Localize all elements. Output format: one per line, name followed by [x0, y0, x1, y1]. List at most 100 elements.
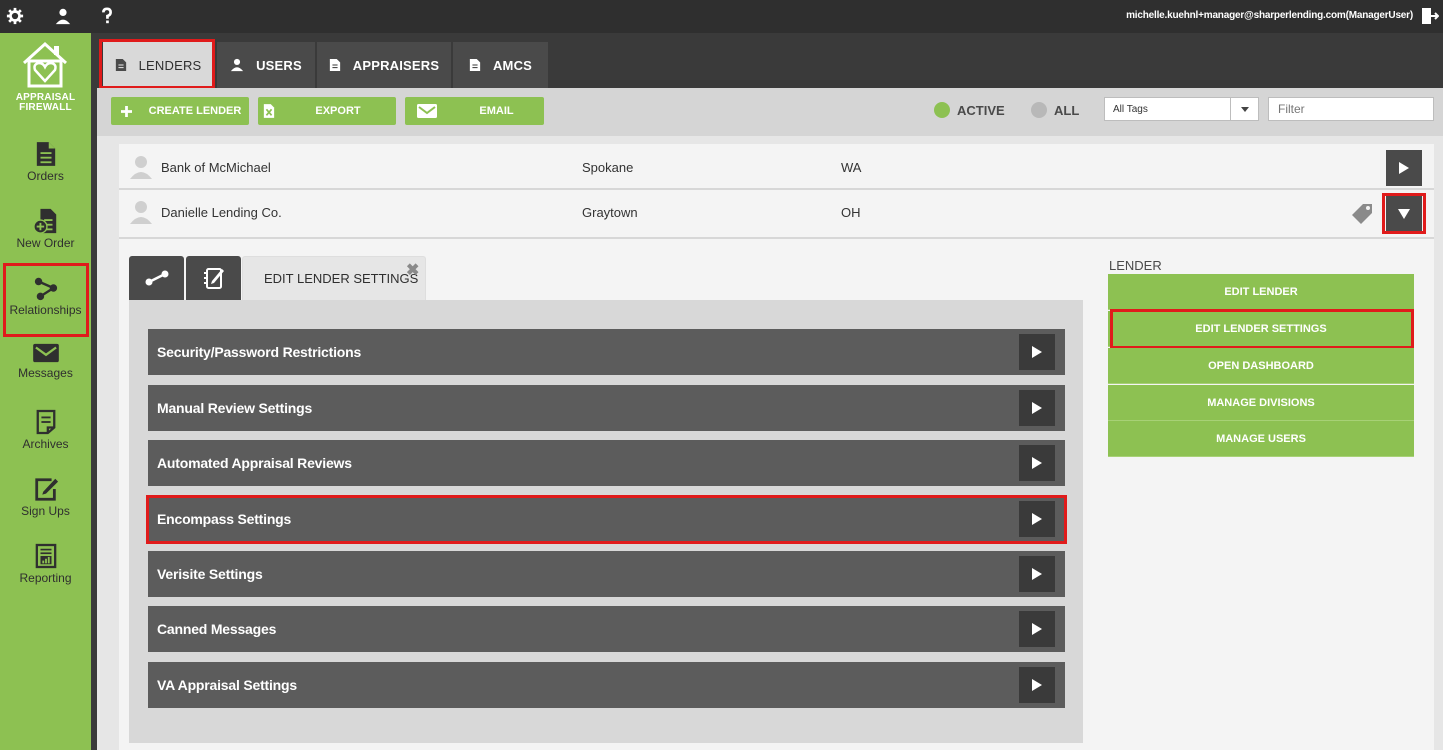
tab-users[interactable]: USERS	[217, 42, 315, 88]
manage-users-button[interactable]: MANAGE USERS	[1108, 421, 1414, 457]
play-arrow-icon[interactable]	[1019, 390, 1055, 426]
all-radio[interactable]: ALL	[1031, 101, 1079, 119]
collapse-row-highlight	[1382, 193, 1426, 234]
person-icon	[130, 201, 152, 224]
close-icon[interactable]: ✖	[406, 260, 419, 280]
relationships-icon	[145, 270, 168, 286]
document-icon	[329, 59, 340, 71]
tab-label: USERS	[256, 57, 302, 73]
create-lender-label: CREATE LENDER	[148, 105, 242, 117]
sidebar-item-messages[interactable]: Messages	[0, 334, 91, 401]
sidebar-item-reporting[interactable]: Reporting	[0, 535, 91, 602]
radio-unselected-dot	[1031, 102, 1047, 118]
sidebar-item-label: Messages	[18, 366, 73, 380]
top-bar: michelle.kuehnl+manager@sharperlending.c…	[0, 0, 1443, 33]
lenders-tab-highlight	[99, 39, 215, 89]
sidebar-item-archives[interactable]: Archives	[0, 401, 91, 468]
radio-selected-dot	[934, 102, 950, 118]
play-arrow-icon[interactable]	[1019, 611, 1055, 647]
help-icon[interactable]	[97, 6, 117, 26]
settings-item-label: Automated Appraisal Reviews	[157, 455, 352, 471]
table-row[interactable]: Bank of McMichael Spokane WA	[119, 145, 1434, 189]
email-label: EMAIL	[479, 105, 514, 117]
email-button[interactable]: EMAIL	[405, 97, 544, 125]
envelope-icon	[405, 97, 449, 125]
play-arrow-icon[interactable]	[1019, 334, 1055, 370]
tag-icon[interactable]	[1350, 202, 1374, 231]
active-radio-label: ACTIVE	[957, 102, 1005, 118]
button-label: MANAGE DIVISIONS	[1207, 396, 1315, 409]
plus-icon	[111, 97, 141, 125]
settings-item-label: Security/Password Restrictions	[157, 344, 362, 360]
document-icon	[469, 59, 481, 71]
lender-state: WA	[841, 159, 862, 175]
settings-item-label: Canned Messages	[157, 621, 277, 637]
open-dashboard-button[interactable]: OPEN DASHBOARD	[1108, 348, 1414, 384]
all-radio-label: ALL	[1054, 102, 1080, 118]
lender-name: Danielle Lending Co.	[161, 204, 282, 220]
play-arrow-icon[interactable]	[1019, 445, 1055, 481]
tab-notes[interactable]	[186, 256, 241, 300]
settings-item-verisite[interactable]: Verisite Settings	[148, 551, 1065, 597]
settings-item-label: Verisite Settings	[157, 566, 263, 582]
sidebar: APPRAISAL FIREWALL Orders New Order Rela…	[0, 33, 91, 750]
sidebar-item-label: Reporting	[19, 571, 72, 585]
relationships-highlight	[3, 263, 89, 337]
tags-select[interactable]: All Tags	[1104, 97, 1259, 121]
row-divider	[119, 237, 1434, 239]
signup-icon	[34, 478, 58, 501]
button-label: MANAGE USERS	[1216, 432, 1306, 445]
edit-lender-button[interactable]: EDIT LENDER	[1108, 274, 1414, 310]
person-icon	[130, 156, 152, 179]
tab-label: EDIT LENDER SETTINGS	[264, 271, 419, 286]
lender-name: Bank of McMichael	[161, 159, 271, 175]
sidebar-item-sign-ups[interactable]: Sign Ups	[0, 468, 91, 535]
settings-item-va-appraisal[interactable]: VA Appraisal Settings	[148, 662, 1065, 708]
logout-icon[interactable]	[1419, 6, 1440, 26]
sidebar-item-new-order[interactable]: New Order	[0, 200, 91, 267]
app-logo[interactable]: APPRAISAL FIREWALL	[0, 33, 91, 121]
tab-relationships[interactable]	[129, 256, 184, 300]
user-icon	[230, 58, 244, 72]
lender-state: OH	[841, 204, 861, 220]
tags-select-value: All Tags	[1113, 103, 1148, 115]
expand-row-button[interactable]	[1386, 150, 1422, 186]
create-lender-button[interactable]: CREATE LENDER	[111, 97, 249, 125]
manage-divisions-button[interactable]: MANAGE DIVISIONS	[1108, 385, 1414, 421]
export-label: EXPORT	[315, 105, 361, 117]
active-radio[interactable]: ACTIVE	[934, 101, 1005, 119]
sidebar-item-label: Sign Ups	[21, 504, 70, 518]
sidebar-item-label: New Order	[16, 236, 75, 250]
play-arrow-icon[interactable]	[1019, 556, 1055, 592]
sidebar-item-label: Orders	[27, 169, 64, 183]
settings-item-security[interactable]: Security/Password Restrictions	[148, 329, 1065, 375]
play-arrow-icon[interactable]	[1019, 667, 1055, 703]
reporting-icon	[35, 543, 56, 569]
tab-label: AMCS	[492, 57, 533, 73]
button-label: OPEN DASHBOARD	[1208, 359, 1314, 372]
lender-city: Spokane	[582, 159, 634, 175]
tab-edit-lender-settings[interactable]: EDIT LENDER SETTINGS	[242, 256, 426, 300]
settings-item-automated-reviews[interactable]: Automated Appraisal Reviews	[148, 440, 1065, 486]
lender-city: Graytown	[582, 204, 638, 220]
settings-item-canned-messages[interactable]: Canned Messages	[148, 606, 1065, 652]
table-row[interactable]: Danielle Lending Co. Graytown OH	[119, 190, 1434, 234]
tab-amcs[interactable]: AMCS	[453, 42, 548, 88]
settings-item-label: VA Appraisal Settings	[157, 677, 297, 693]
logo-text-line2: FIREWALL	[19, 102, 72, 113]
sidebar-item-orders[interactable]: Orders	[0, 133, 91, 200]
settings-item-manual-review[interactable]: Manual Review Settings	[148, 385, 1065, 431]
tab-label: APPRAISERS	[352, 57, 440, 73]
play-arrow-icon	[1399, 162, 1409, 174]
button-label: EDIT LENDER	[1224, 285, 1298, 298]
encompass-settings-highlight	[146, 495, 1067, 544]
notebook-edit-icon	[203, 268, 224, 289]
house-heart-logo-icon	[22, 41, 68, 88]
tab-appraisers[interactable]: APPRAISERS	[317, 42, 451, 88]
filter-input[interactable]	[1268, 97, 1434, 121]
export-button[interactable]: EXPORT	[258, 97, 396, 125]
lender-panel-title: LENDER	[1109, 258, 1162, 273]
gear-icon[interactable]	[5, 6, 25, 26]
user-icon[interactable]	[53, 6, 73, 26]
sidebar-item-label: Archives	[22, 437, 69, 451]
